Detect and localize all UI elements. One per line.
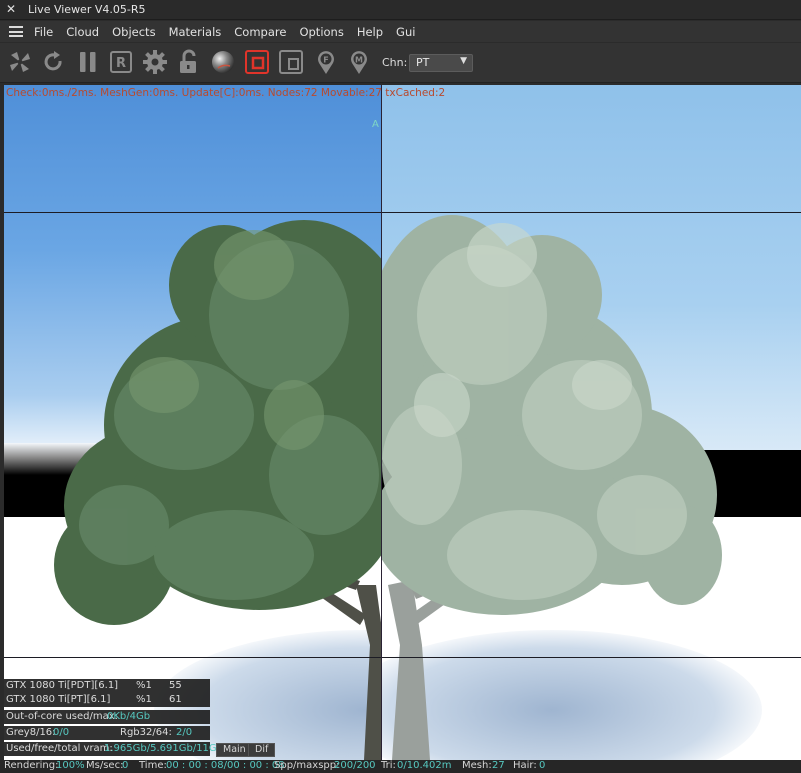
gpu-row: GTX 1080 Ti[PDT][6.1] %1 55 [4,679,210,693]
rgb-label: Rgb32/64: [120,727,172,738]
render-left-half [4,85,382,760]
vram-label: Used/free/total vram: [6,743,113,754]
vram-value: 1.965Gb/5.691Gb/11Gb [104,743,224,754]
tab-dif[interactable]: Dif [248,743,276,757]
hamburger-menu-icon[interactable] [9,26,23,37]
menu-cloud[interactable]: Cloud [66,25,99,39]
toolbar: R F M Chn: PT ▼ [0,43,801,83]
composition-guide-top [4,212,801,213]
hair-label: Hair: [513,760,537,771]
gpu-temp: 61 [169,694,182,705]
close-icon[interactable]: ✕ [6,2,16,16]
grey-label: Grey8/16: [6,727,56,738]
channel-label: Chn: [382,56,408,69]
pin-f-icon[interactable]: F [313,49,339,75]
gpu-percent: %1 [136,680,152,691]
pin-m-icon[interactable]: M [346,49,372,75]
mssec-value: 0 [122,760,129,771]
composition-guide-bottom [4,657,801,658]
vram-row: Used/free/total vram: 1.965Gb/5.691Gb/11… [4,742,223,756]
menu-materials[interactable]: Materials [169,25,222,39]
render-viewport[interactable]: Check:0ms./2ms. MeshGen:0ms. Update[C]:0… [4,85,801,760]
unlock-icon[interactable] [176,49,202,75]
compare-marker: A [372,119,379,130]
pinwheel-icon[interactable] [7,49,33,75]
region-r-icon[interactable]: R [108,49,134,75]
menu-help[interactable]: Help [357,25,383,39]
render-right-half [382,85,801,760]
out-of-core-value: 0Kb/4Gb [107,711,151,722]
rendering-label: Rendering: [4,760,59,771]
tri-value: 0/10.402m [397,760,452,771]
menu-file[interactable]: File [34,25,53,39]
rendering-value: 100% [56,760,85,771]
menu-gui[interactable]: Gui [396,25,415,39]
title-bar: ✕ Live Viewer V4.05-R5 [0,0,801,20]
grey-value: 0/0 [53,727,70,738]
menu-options[interactable]: Options [299,25,343,39]
tree-render-right [382,215,722,760]
window-title: Live Viewer V4.05-R5 [28,3,146,16]
status-bar: Rendering: 100% Ms/sec: 0 Time: 00 : 00 … [0,760,801,773]
red-region-icon[interactable] [244,49,270,75]
time-label: Time: [139,760,167,771]
material-sphere-icon[interactable] [210,49,236,75]
spp-value: 200/200 [334,760,376,771]
gpu-name: GTX 1080 Ti[PT][6.1] [6,694,111,705]
refresh-icon[interactable] [40,49,66,75]
channel-value: PT [416,56,430,69]
compare-split-line[interactable] [381,85,382,760]
menu-objects[interactable]: Objects [112,25,155,39]
settings-gear-icon[interactable] [142,49,168,75]
gpu-name: GTX 1080 Ti[PDT][6.1] [6,680,119,691]
channel-select[interactable]: PT ▼ [409,54,473,72]
pause-icon[interactable] [75,49,101,75]
menu-bar: File Cloud Objects Materials Compare Opt… [0,21,801,42]
spp-label: Spp/maxspp: [274,760,340,771]
out-of-core-label: Out-of-core used/max: [6,711,119,722]
tree-render-left [54,220,382,760]
gpu-temp: 55 [169,680,182,691]
svg-text:M: M [355,56,363,65]
rgb-value: 2/0 [176,727,193,738]
texture-count-row: Grey8/16: 0/0 Rgb32/64: 2/0 [4,726,210,740]
menu-compare[interactable]: Compare [234,25,286,39]
timing-info-text: Check:0ms./2ms. MeshGen:0ms. Update[C]:0… [6,87,446,99]
split-region-icon[interactable] [278,49,304,75]
tri-label: Tri: [381,760,396,771]
gpu-row: GTX 1080 Ti[PT][6.1] %1 61 [4,693,210,707]
mesh-value: 27 [492,760,505,771]
mssec-label: Ms/sec: [86,760,124,771]
mesh-label: Mesh: [462,760,492,771]
time-value: 00 : 00 : 08/00 : 00 : 08 [166,760,285,771]
svg-text:F: F [323,56,328,65]
out-of-core-row: Out-of-core used/max: 0Kb/4Gb [4,710,210,724]
svg-text:R: R [116,56,126,71]
hair-value: 0 [539,760,546,771]
chevron-down-icon: ▼ [460,56,467,66]
gpu-percent: %1 [136,694,152,705]
